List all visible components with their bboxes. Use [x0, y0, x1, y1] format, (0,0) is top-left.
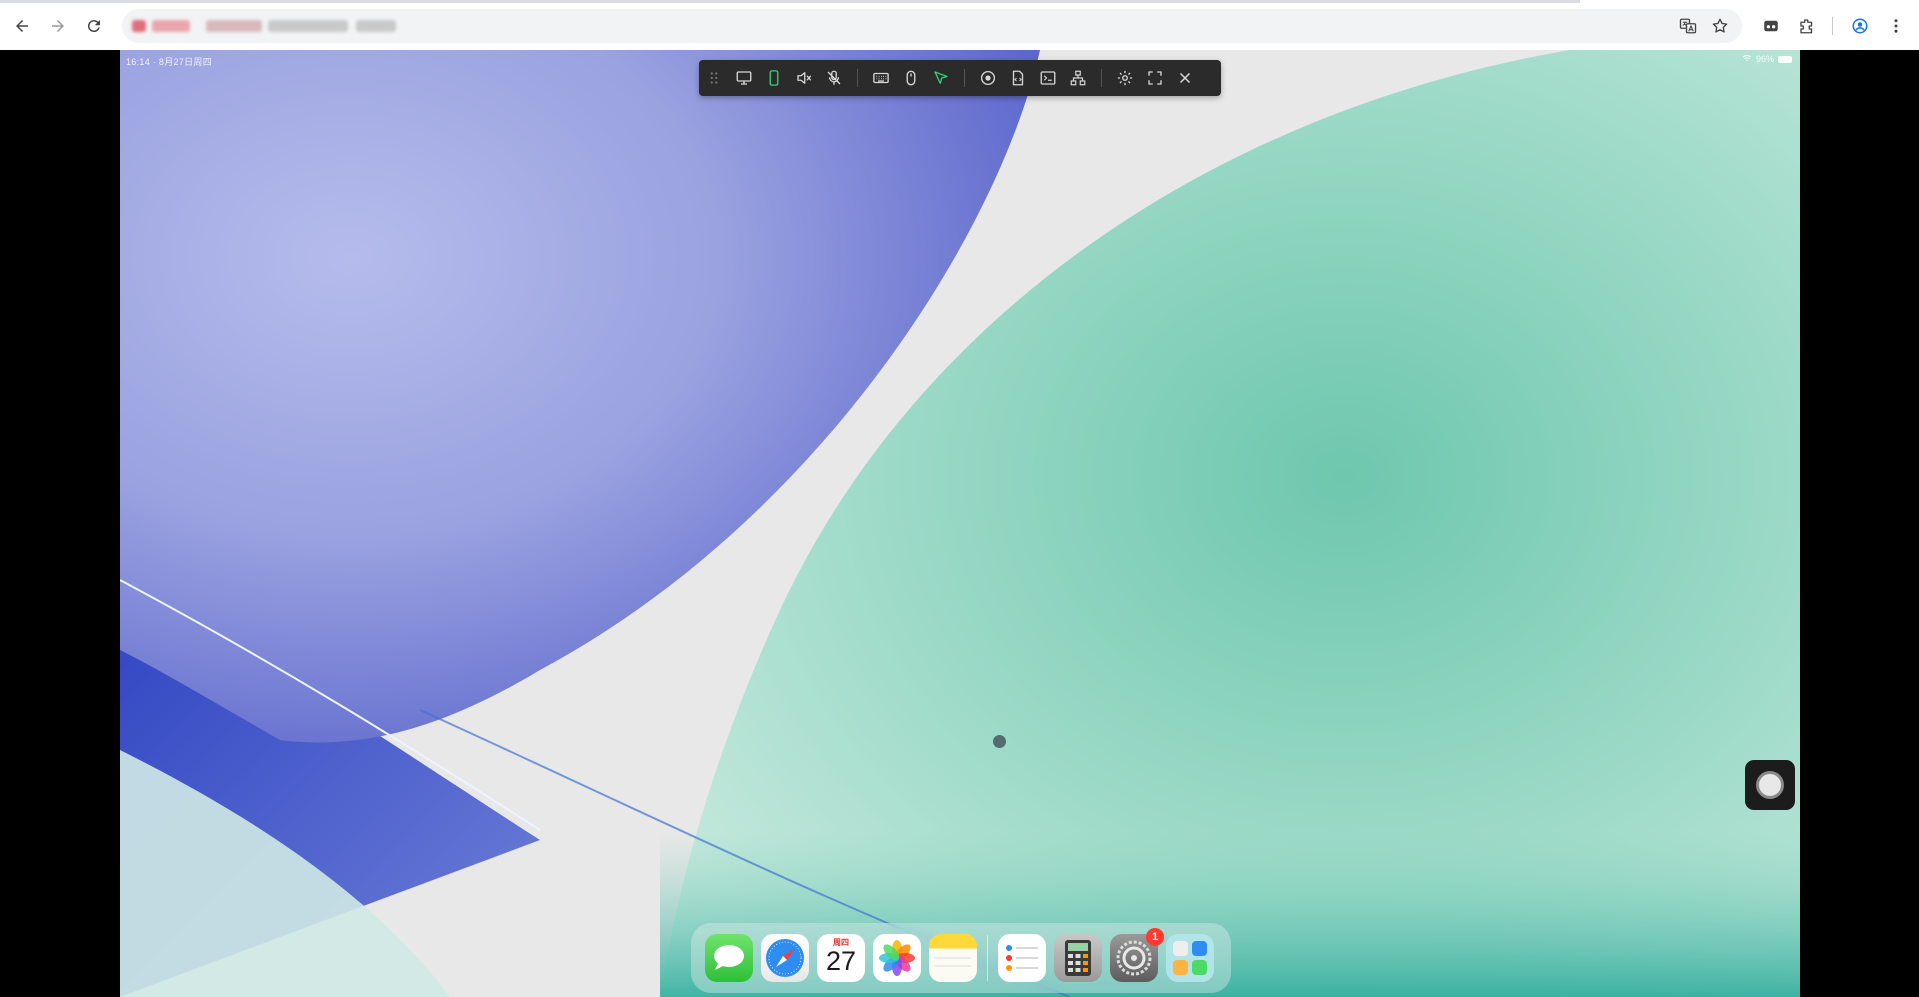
- url-text-blurred: [268, 20, 348, 32]
- toolbar-divider: [1101, 69, 1102, 87]
- wallpaper: [120, 50, 1800, 997]
- desktop-icon: [736, 71, 752, 85]
- pointer-button[interactable]: [926, 60, 956, 96]
- extensions-button[interactable]: [1793, 12, 1821, 40]
- battery-icon: [1778, 55, 1792, 63]
- translate-button[interactable]: [1676, 14, 1700, 38]
- reload-icon: [87, 20, 100, 33]
- terminal-icon: [1040, 71, 1056, 85]
- flower-icon: [879, 940, 915, 976]
- back-button[interactable]: [8, 12, 36, 40]
- calculator-app[interactable]: [1054, 934, 1102, 982]
- safari-app[interactable]: [761, 934, 809, 982]
- calendar-app[interactable]: 周四 27: [817, 934, 865, 982]
- toolbar-divider: [1832, 17, 1833, 35]
- address-bar[interactable]: [122, 9, 1742, 43]
- dock: 周四 27 1: [691, 923, 1231, 993]
- hierarchy-button[interactable]: [1063, 60, 1093, 96]
- keyboard-button[interactable]: [866, 60, 896, 96]
- reminders-app[interactable]: [998, 934, 1046, 982]
- calendar-date: 27: [825, 946, 857, 976]
- profile-icon: [1852, 18, 1868, 34]
- close-icon: [1179, 72, 1191, 84]
- extensions-icon: [1800, 19, 1813, 34]
- mute-button[interactable]: [789, 60, 819, 96]
- photos-app[interactable]: [873, 934, 921, 982]
- browser-chrome: [0, 0, 1919, 50]
- device-status-icons: 96%: [1742, 54, 1792, 64]
- phone-mode-button[interactable]: [759, 60, 789, 96]
- file-icon: [1012, 70, 1024, 86]
- note-lines-icon: [935, 957, 971, 967]
- loading-bar: [0, 0, 1580, 3]
- url-text-blurred: [356, 20, 396, 32]
- back-icon: [16, 20, 28, 32]
- toolbar-drag-handle[interactable]: [699, 60, 729, 96]
- pointer-icon: [934, 71, 948, 84]
- fullscreen-icon: [1148, 71, 1162, 85]
- profile-button[interactable]: [1846, 12, 1874, 40]
- terminal-button[interactable]: [1033, 60, 1063, 96]
- touch-cursor: [993, 735, 1006, 748]
- record-icon: [980, 70, 996, 86]
- close-button[interactable]: [1170, 60, 1200, 96]
- wifi-icon: [1742, 54, 1752, 64]
- url-text-blurred: [152, 20, 190, 32]
- record-button[interactable]: [973, 60, 1003, 96]
- battery-percent: 96%: [1755, 54, 1774, 64]
- device-screen[interactable]: 16:14 · 8月27日周四 96% 周四 27 1: [120, 50, 1800, 997]
- compass-icon: [766, 939, 804, 977]
- settings-button[interactable]: [1110, 60, 1140, 96]
- drag-handle-icon: [710, 72, 718, 84]
- settings-icon: [1117, 70, 1133, 86]
- reload-button[interactable]: [80, 12, 108, 40]
- url-text-blurred: [206, 20, 262, 32]
- file-button[interactable]: [1003, 60, 1033, 96]
- translate-icon: [1679, 18, 1697, 34]
- site-favicon: [132, 20, 146, 32]
- forward-button[interactable]: [44, 12, 72, 40]
- remote-control-toolbar: [699, 60, 1221, 96]
- settings-app[interactable]: 1: [1110, 928, 1164, 982]
- list-icon: [1006, 945, 1038, 971]
- assistive-touch-icon: [1756, 771, 1784, 799]
- mouse-button[interactable]: [896, 60, 926, 96]
- notes-app[interactable]: [929, 934, 977, 982]
- desktop-mode-button[interactable]: [729, 60, 759, 96]
- chat-bubble-icon: [714, 945, 744, 970]
- bookmark-button[interactable]: [1708, 14, 1732, 38]
- microphone-off-button[interactable]: [819, 60, 849, 96]
- app-library-icon: [1173, 941, 1207, 975]
- app-library[interactable]: [1166, 934, 1214, 982]
- calculator-icon: [1065, 940, 1091, 976]
- mute-icon: [797, 72, 812, 84]
- incognito-icon: [1764, 20, 1778, 32]
- phone-icon: [769, 70, 779, 86]
- more-icon: [1894, 19, 1898, 33]
- mic-off-icon: [827, 70, 841, 85]
- device-time-date: 16:14 · 8月27日周四: [126, 57, 213, 67]
- star-icon: [1712, 18, 1728, 33]
- dock-divider: [987, 935, 988, 981]
- more-menu-button[interactable]: [1882, 12, 1910, 40]
- messages-app[interactable]: [705, 934, 753, 982]
- gear-icon: [1116, 940, 1152, 976]
- hierarchy-icon: [1070, 70, 1086, 86]
- keyboard-icon: [873, 72, 889, 84]
- mouse-icon: [906, 70, 916, 86]
- toolbar-divider: [857, 69, 858, 87]
- assistive-touch-button[interactable]: [1745, 760, 1795, 810]
- forward-icon: [52, 20, 64, 32]
- incognito-button[interactable]: [1757, 12, 1785, 40]
- fullscreen-button[interactable]: [1140, 60, 1170, 96]
- toolbar-divider: [964, 69, 965, 87]
- notification-badge: 1: [1146, 928, 1164, 946]
